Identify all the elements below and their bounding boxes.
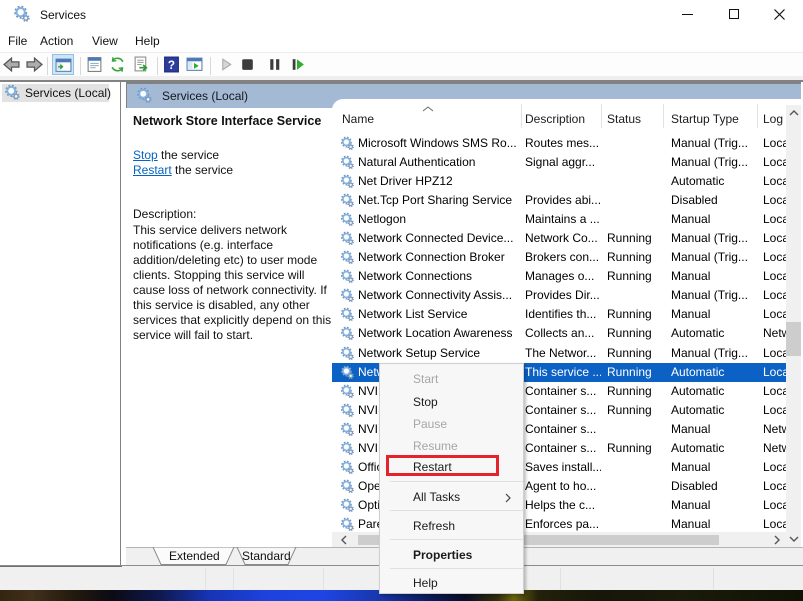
- svg-text:?: ?: [168, 59, 175, 72]
